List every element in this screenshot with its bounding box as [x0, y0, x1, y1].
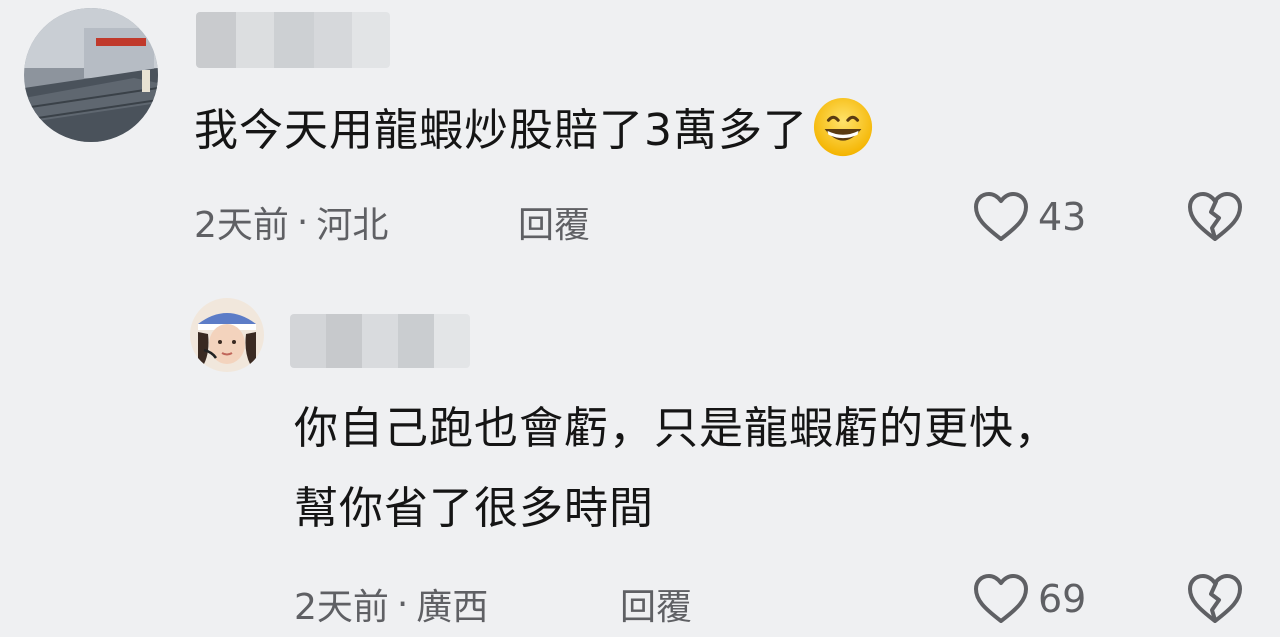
avatar[interactable]	[190, 298, 264, 372]
comment-2-reply: 你自己跑也會虧，只是龍蝦虧的更快， 幫你省了很多時間 2天前 · 廣西 回覆 6…	[0, 0, 1280, 637]
grinning-face-icon	[812, 96, 874, 158]
comment-text-content: 我今天用龍蝦炒股賠了3萬多了	[194, 105, 808, 156]
reply-button[interactable]: 回覆	[518, 196, 590, 248]
dislike-button[interactable]	[1186, 190, 1244, 248]
like-button[interactable]: 69	[972, 572, 1086, 626]
comment-text-line-2: 幫你省了很多時間	[294, 483, 654, 534]
timestamp: 2天前	[294, 587, 389, 628]
reply-button[interactable]: 回覆	[620, 578, 692, 630]
separator: ·	[396, 583, 409, 625]
comment-text-line-1: 你自己跑也會虧，只是龍蝦虧的更快，	[294, 403, 1059, 454]
like-button[interactable]: 43	[972, 190, 1086, 244]
comment-text: 你自己跑也會虧，只是龍蝦虧的更快， 幫你省了很多時間	[294, 398, 1059, 540]
comment-meta: 2天前 · 河北	[194, 196, 388, 248]
broken-heart-icon	[1188, 192, 1242, 241]
comment-text: 我今天用龍蝦炒股賠了3萬多了	[194, 97, 874, 164]
comment-meta: 2天前 · 廣西	[294, 578, 488, 630]
location: 廣西	[416, 587, 489, 628]
username-blurred[interactable]	[196, 12, 390, 68]
separator: ·	[296, 201, 309, 243]
broken-heart-icon	[1188, 574, 1242, 623]
comment-1: 我今天用龍蝦炒股賠了3萬多了 2天前 · 河北 回覆 43	[0, 0, 1280, 637]
heart-icon	[974, 574, 1028, 623]
heart-icon	[974, 192, 1028, 241]
avatar-image	[190, 298, 264, 372]
like-count: 69	[1038, 577, 1087, 621]
like-count: 43	[1038, 195, 1087, 239]
timestamp: 2天前	[194, 205, 289, 246]
avatar[interactable]	[24, 8, 158, 142]
username-blurred[interactable]	[290, 314, 470, 368]
location: 河北	[316, 205, 389, 246]
dislike-button[interactable]	[1186, 572, 1244, 630]
avatar-image	[24, 8, 158, 142]
